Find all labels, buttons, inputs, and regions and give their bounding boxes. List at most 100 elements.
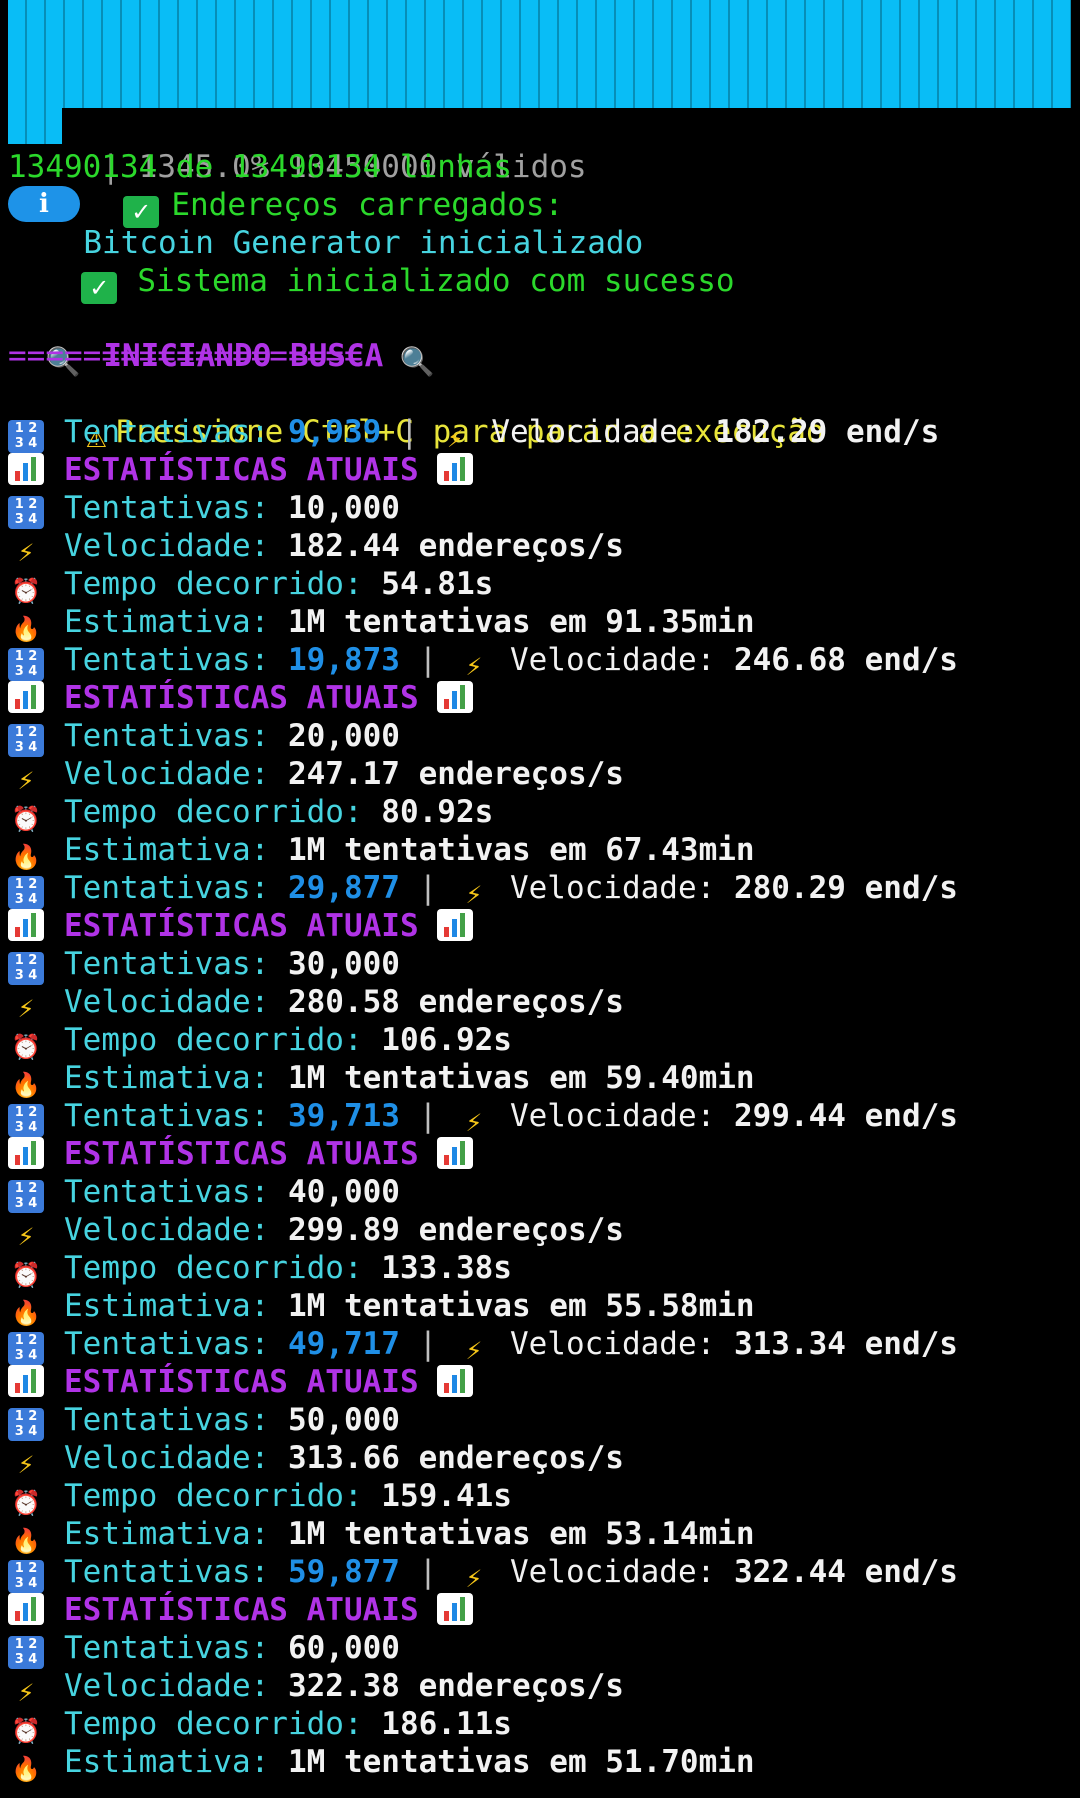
stats-elapsed-line: ⏰ Tempo decorrido: 80.92s — [8, 793, 494, 833]
bar-chart-icon — [8, 1137, 44, 1169]
stats-estimate-line: 🔥 Estimativa: 1M tentativas em 67.43min — [8, 831, 755, 871]
numbers-icon: 1 23 4 — [8, 496, 44, 529]
stats-estimate-line: 🔥 Estimativa: 1M tentativas em 91.35min — [8, 603, 755, 643]
bar-chart-icon — [436, 453, 473, 485]
stats-attempts-line: 1 23 4 Tentativas: 20,000 — [8, 717, 400, 757]
attempts-progress-value: 19,873 — [287, 642, 400, 678]
stats-header-line: ESTATÍSTICAS ATUAIS — [8, 1591, 493, 1629]
stats-header-line: ESTATÍSTICAS ATUAIS — [8, 1363, 493, 1401]
attempts-value: 40,000 — [287, 1174, 400, 1210]
stats-speed-line: ⚡ Velocidade: 247.17 endereços/s — [8, 755, 624, 795]
attempts-progress-value: 9,939 — [287, 414, 382, 450]
elapsed-label: Tempo decorrido: — [64, 1706, 363, 1742]
numbers-icon: 1 23 4 — [8, 724, 44, 757]
speed-progress-value: 280.29 end/s — [733, 870, 958, 906]
estimate-label: Estimativa: — [64, 1516, 270, 1552]
numbers-icon: 1 23 4 — [8, 1180, 44, 1213]
bar-chart-icon — [8, 453, 44, 485]
numbers-icon: 1 23 4 — [8, 1408, 44, 1441]
magnifier-icon: 🔍 — [399, 345, 435, 378]
estimate-label: Estimativa: — [64, 1744, 270, 1780]
speed-label: Velocidade: — [509, 642, 716, 678]
stats-speed-line: ⚡ Velocidade: 299.89 endereços/s — [8, 1211, 624, 1251]
speed-progress-value: 182.29 end/s — [715, 414, 940, 450]
stats-title: ESTATÍSTICAS ATUAIS — [64, 1364, 419, 1400]
warning-line: ⚠ Pressione Ctrl+C para parar a execução — [44, 375, 825, 453]
estimate-label: Estimativa: — [64, 832, 270, 868]
bar-chart-icon — [436, 1593, 473, 1625]
attempts-progress-value: 29,877 — [287, 870, 400, 906]
progress-attempts-line: 1 23 4 Tentativas: 39,713 | ⚡ Velocidade: … — [8, 1097, 958, 1137]
speed-value: 313.66 endereços/s — [287, 1440, 624, 1476]
attempts-label: Tentativas: — [64, 1630, 270, 1666]
stats-header-line: ESTATÍSTICAS ATUAIS — [8, 451, 493, 489]
speed-value: 280.58 endereços/s — [287, 984, 624, 1020]
stats-elapsed-line: ⏰ Tempo decorrido: 106.92s — [8, 1021, 512, 1061]
stats-attempts-line: 1 23 4 Tentativas: 50,000 — [8, 1401, 400, 1441]
stats-speed-line: ⚡ Velocidade: 280.58 endereços/s — [8, 983, 624, 1023]
elapsed-value: 133.38s — [381, 1250, 512, 1286]
speed-label: Velocidade: — [64, 1212, 270, 1248]
speed-progress-value: 313.34 end/s — [733, 1326, 958, 1362]
stats-title: ESTATÍSTICAS ATUAIS — [64, 1592, 419, 1628]
attempts-value: 10,000 — [287, 490, 400, 526]
fire-icon: 🔥 — [11, 1755, 41, 1783]
attempts-label: Tentativas: — [64, 642, 270, 678]
pipe-separator: | — [418, 1098, 438, 1134]
attempts-value: 60,000 — [287, 1630, 400, 1666]
attempts-progress-value: 39,713 — [287, 1098, 400, 1134]
attempts-label: Tentativas: — [64, 870, 270, 906]
stats-title: ESTATÍSTICAS ATUAIS — [64, 1136, 419, 1172]
speed-label: Velocidade: — [64, 984, 270, 1020]
attempts-label: Tentativas: — [64, 946, 270, 982]
elapsed-label: Tempo decorrido: — [64, 1250, 363, 1286]
estimate-value: 1M tentativas em 67.43min — [287, 832, 755, 868]
elapsed-label: Tempo decorrido: — [64, 566, 363, 602]
attempts-label: Tentativas: — [64, 1402, 270, 1438]
attempts-value: 50,000 — [287, 1402, 400, 1438]
estimate-value: 1M tentativas em 55.58min — [287, 1288, 755, 1324]
elapsed-value: 106.92s — [381, 1022, 512, 1058]
numbers-icon: 1 23 4 — [8, 952, 44, 985]
numbers-icon: 1 23 4 — [8, 1636, 44, 1669]
stats-elapsed-line: ⏰ Tempo decorrido: 186.11s — [8, 1705, 512, 1745]
stats-attempts-line: 1 23 4 Tentativas: 30,000 — [8, 945, 400, 985]
search-title-line: 🔍 INICIANDO BUSCA 🔍 — [8, 299, 455, 378]
attempts-label: Tentativas: — [64, 414, 270, 450]
numbers-icon: 1 23 4 — [8, 1560, 44, 1593]
bar-chart-icon — [8, 681, 44, 713]
pipe-separator: | — [399, 414, 419, 450]
speed-label: Velocidade: — [64, 528, 270, 564]
stats-header-line: ESTATÍSTICAS ATUAIS — [8, 907, 493, 945]
speed-progress-value: 322.44 end/s — [733, 1554, 958, 1590]
stats-estimate-line: 🔥 Estimativa: 1M tentativas em 53.14min — [8, 1515, 755, 1555]
pipe-separator: | — [418, 642, 438, 678]
speed-label: Velocidade: — [509, 870, 716, 906]
speed-label: Velocidade: — [491, 414, 697, 450]
elapsed-value: 159.41s — [381, 1478, 512, 1514]
speed-value: 182.44 endereços/s — [287, 528, 624, 564]
estimate-value: 1M tentativas em 59.40min — [287, 1060, 755, 1096]
bar-chart-icon — [436, 1365, 473, 1397]
speed-label: Velocidade: — [64, 1668, 270, 1704]
bar-chart-icon — [8, 1593, 44, 1625]
elapsed-value: 186.11s — [381, 1706, 512, 1742]
bar-chart-icon — [8, 1365, 44, 1397]
speed-value: 322.38 endereços/s — [287, 1668, 624, 1704]
speed-label: Velocidade: — [509, 1554, 716, 1590]
attempts-label: Tentativas: — [64, 1326, 270, 1362]
bar-chart-icon — [436, 681, 473, 713]
speed-label: Velocidade: — [64, 756, 270, 792]
stats-title: ESTATÍSTICAS ATUAIS — [64, 452, 419, 488]
progress-attempts-line: 1 23 4 Tentativas: 59,877 | ⚡ Velocidade: … — [8, 1553, 958, 1593]
numbers-icon: 1 23 4 — [8, 420, 44, 453]
numbers-icon: 1 23 4 — [8, 876, 44, 909]
stats-title: ESTATÍSTICAS ATUAIS — [64, 908, 419, 944]
estimate-value: 1M tentativas em 51.70min — [287, 1744, 755, 1780]
progress-bar-cap — [8, 108, 62, 144]
attempts-label: Tentativas: — [64, 490, 270, 526]
stats-elapsed-line: ⏰ Tempo decorrido: 133.38s — [8, 1249, 512, 1289]
speed-progress-value: 299.44 end/s — [733, 1098, 958, 1134]
elapsed-value: 80.92s — [381, 794, 494, 830]
numbers-icon: 1 23 4 — [8, 1104, 44, 1137]
